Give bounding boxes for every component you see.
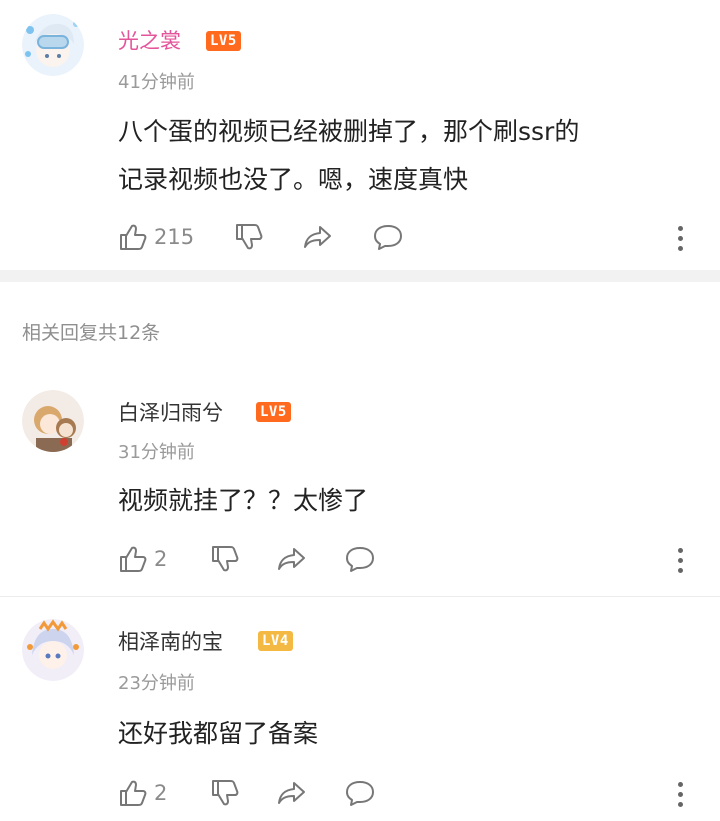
like-count: 2 xyxy=(154,781,168,805)
share-icon xyxy=(278,548,305,570)
reply-button[interactable] xyxy=(372,220,404,254)
comment-time: 31分钟前 xyxy=(118,442,195,463)
dislike-icon xyxy=(212,780,239,806)
reply-button[interactable] xyxy=(344,776,376,810)
reply-item: 白泽归雨兮 LV5 31分钟前 视频就挂了？？太惨了 2 xyxy=(0,380,720,596)
share-button[interactable] xyxy=(302,220,334,254)
level-badge: LV4 xyxy=(258,631,293,651)
comment-content-line: 八个蛋的视频已经被删掉了，那个刷ssr的 xyxy=(118,117,580,146)
more-icon[interactable] xyxy=(678,782,684,808)
like-button[interactable]: 215 xyxy=(118,220,194,254)
replies-count-header: 相关回复共12条 xyxy=(22,322,161,344)
avatar[interactable] xyxy=(22,619,84,681)
like-button[interactable]: 2 xyxy=(118,542,167,576)
username[interactable]: 光之裳 xyxy=(118,28,181,54)
like-icon xyxy=(120,224,147,250)
share-icon xyxy=(278,782,305,804)
like-count: 2 xyxy=(154,547,168,571)
reply-button[interactable] xyxy=(344,542,376,576)
comment-content: 还好我都留了备案 xyxy=(118,719,319,748)
username[interactable]: 相泽南的宝 xyxy=(118,629,223,655)
reply-icon xyxy=(374,225,402,250)
level-badge: LV5 xyxy=(256,402,291,422)
like-count: 215 xyxy=(154,225,195,249)
dislike-button[interactable] xyxy=(210,776,240,810)
dislike-icon xyxy=(236,224,263,250)
reply-item: 相泽南的宝 LV4 23分钟前 还好我都留了备案 2 xyxy=(0,597,720,821)
comment-actions: 2 xyxy=(118,542,678,576)
avatar[interactable] xyxy=(22,390,84,452)
dislike-icon xyxy=(212,546,239,572)
more-icon[interactable] xyxy=(678,226,684,252)
comment-content-line: 记录视频也没了。嗯，速度真快 xyxy=(118,165,469,194)
avatar[interactable] xyxy=(22,14,84,76)
dislike-button[interactable] xyxy=(210,542,240,576)
section-divider xyxy=(0,270,720,282)
like-button[interactable]: 2 xyxy=(118,776,167,810)
comment-time: 41分钟前 xyxy=(118,72,195,93)
share-button[interactable] xyxy=(276,542,308,576)
level-badge: LV5 xyxy=(206,31,241,51)
username[interactable]: 白泽归雨兮 xyxy=(118,400,223,426)
share-icon xyxy=(304,226,331,248)
like-icon xyxy=(120,546,147,572)
comment-actions: 2 xyxy=(118,776,678,810)
reply-icon xyxy=(346,781,374,806)
more-icon[interactable] xyxy=(678,548,684,574)
comment-actions: 215 xyxy=(118,220,678,254)
comment-content: 八个蛋的视频已经被删掉了，那个刷ssr的 记录视频也没了。嗯，速度真快 xyxy=(118,108,688,204)
dislike-button[interactable] xyxy=(234,220,264,254)
like-icon xyxy=(120,780,147,806)
comment-content: 视频就挂了？？太惨了 xyxy=(118,486,369,515)
comment-time: 23分钟前 xyxy=(118,673,195,694)
reply-icon xyxy=(346,547,374,572)
main-comment: 光之裳 LV5 41分钟前 八个蛋的视频已经被删掉了，那个刷ssr的 记录视频也… xyxy=(0,0,720,270)
share-button[interactable] xyxy=(276,776,308,810)
